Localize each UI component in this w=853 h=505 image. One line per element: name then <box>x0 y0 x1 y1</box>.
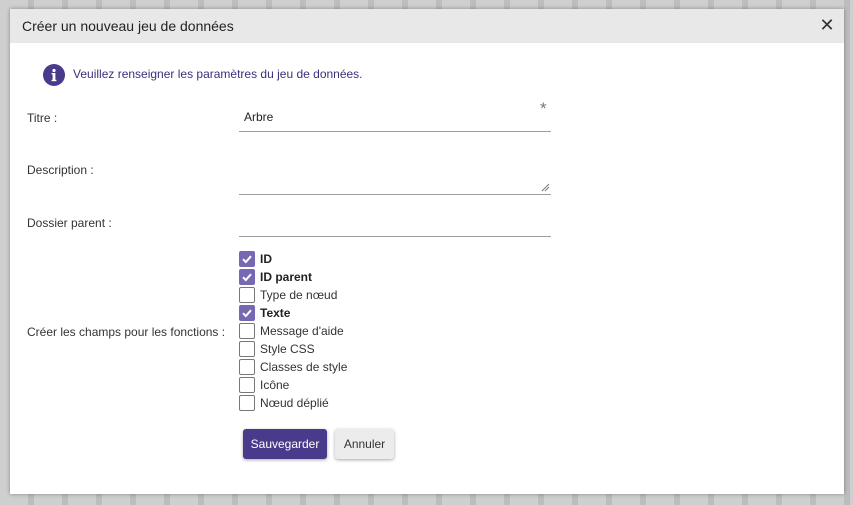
save-button[interactable]: Sauvegarder <box>243 429 327 459</box>
checkbox-unchecked-icon[interactable] <box>239 323 255 339</box>
checkbox-unchecked-icon[interactable] <box>239 395 255 411</box>
checkbox-checked-icon[interactable] <box>239 269 255 285</box>
checkbox-unchecked-icon[interactable] <box>239 359 255 375</box>
parent-folder-input[interactable] <box>239 208 551 237</box>
cancel-button[interactable]: Annuler <box>335 429 394 459</box>
checkbox-checked-icon[interactable] <box>239 305 255 321</box>
title-input[interactable] <box>239 103 551 132</box>
checkbox-unchecked-icon[interactable] <box>239 341 255 357</box>
function-checkbox-label: ID parent <box>260 270 313 284</box>
parent-folder-label: Dossier parent : <box>27 216 112 230</box>
close-icon[interactable]: ✕ <box>818 15 836 35</box>
function-checkbox-label: Classes de style <box>260 360 348 374</box>
function-checkbox-label: Style CSS <box>260 342 315 356</box>
dialog-title: Créer un nouveau jeu de données <box>22 18 234 34</box>
dataset-dialog: Créer un nouveau jeu de données ✕ Veuill… <box>10 9 844 494</box>
functions-label: Créer les champs pour les fonctions : <box>27 325 226 339</box>
dialog-titlebar: Créer un nouveau jeu de données ✕ <box>10 9 844 43</box>
description-label: Description : <box>27 163 94 177</box>
function-checkbox-label: Nœud déplié <box>260 396 329 410</box>
checkbox-unchecked-icon[interactable] <box>239 287 255 303</box>
description-textarea[interactable] <box>239 156 551 195</box>
function-checkbox-label: Icône <box>260 378 290 392</box>
resize-handle-icon[interactable] <box>541 183 550 192</box>
checkbox-unchecked-icon[interactable] <box>239 377 255 393</box>
function-checkbox-label: Message d'aide <box>260 324 344 338</box>
required-asterisk: * <box>540 99 547 118</box>
function-checkbox-label: Texte <box>260 306 291 320</box>
info-icon <box>43 64 65 86</box>
checkbox-checked-icon[interactable] <box>239 251 255 267</box>
info-text: Veuillez renseigner les paramètres du je… <box>73 67 363 81</box>
function-checkbox-label: ID <box>260 252 272 266</box>
function-checkbox-label: Type de nœud <box>260 288 338 302</box>
title-label: Titre : <box>27 111 58 125</box>
